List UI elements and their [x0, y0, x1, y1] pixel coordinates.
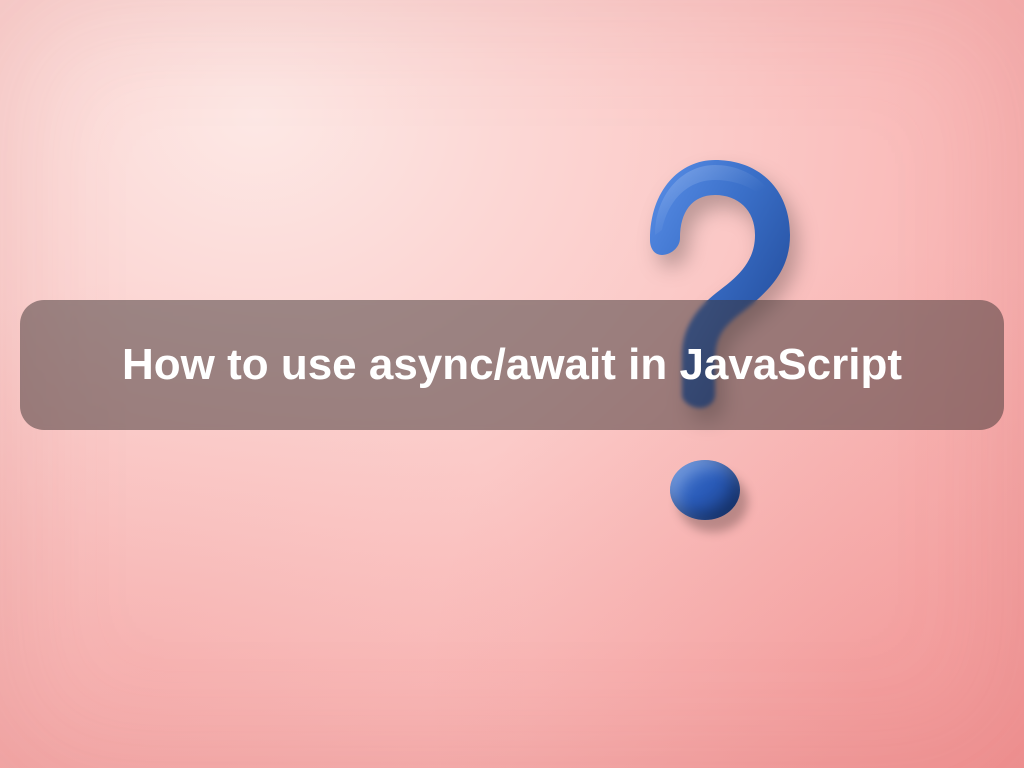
page-title: How to use async/await in JavaScript — [122, 340, 902, 390]
title-overlay: How to use async/await in JavaScript — [20, 300, 1004, 430]
